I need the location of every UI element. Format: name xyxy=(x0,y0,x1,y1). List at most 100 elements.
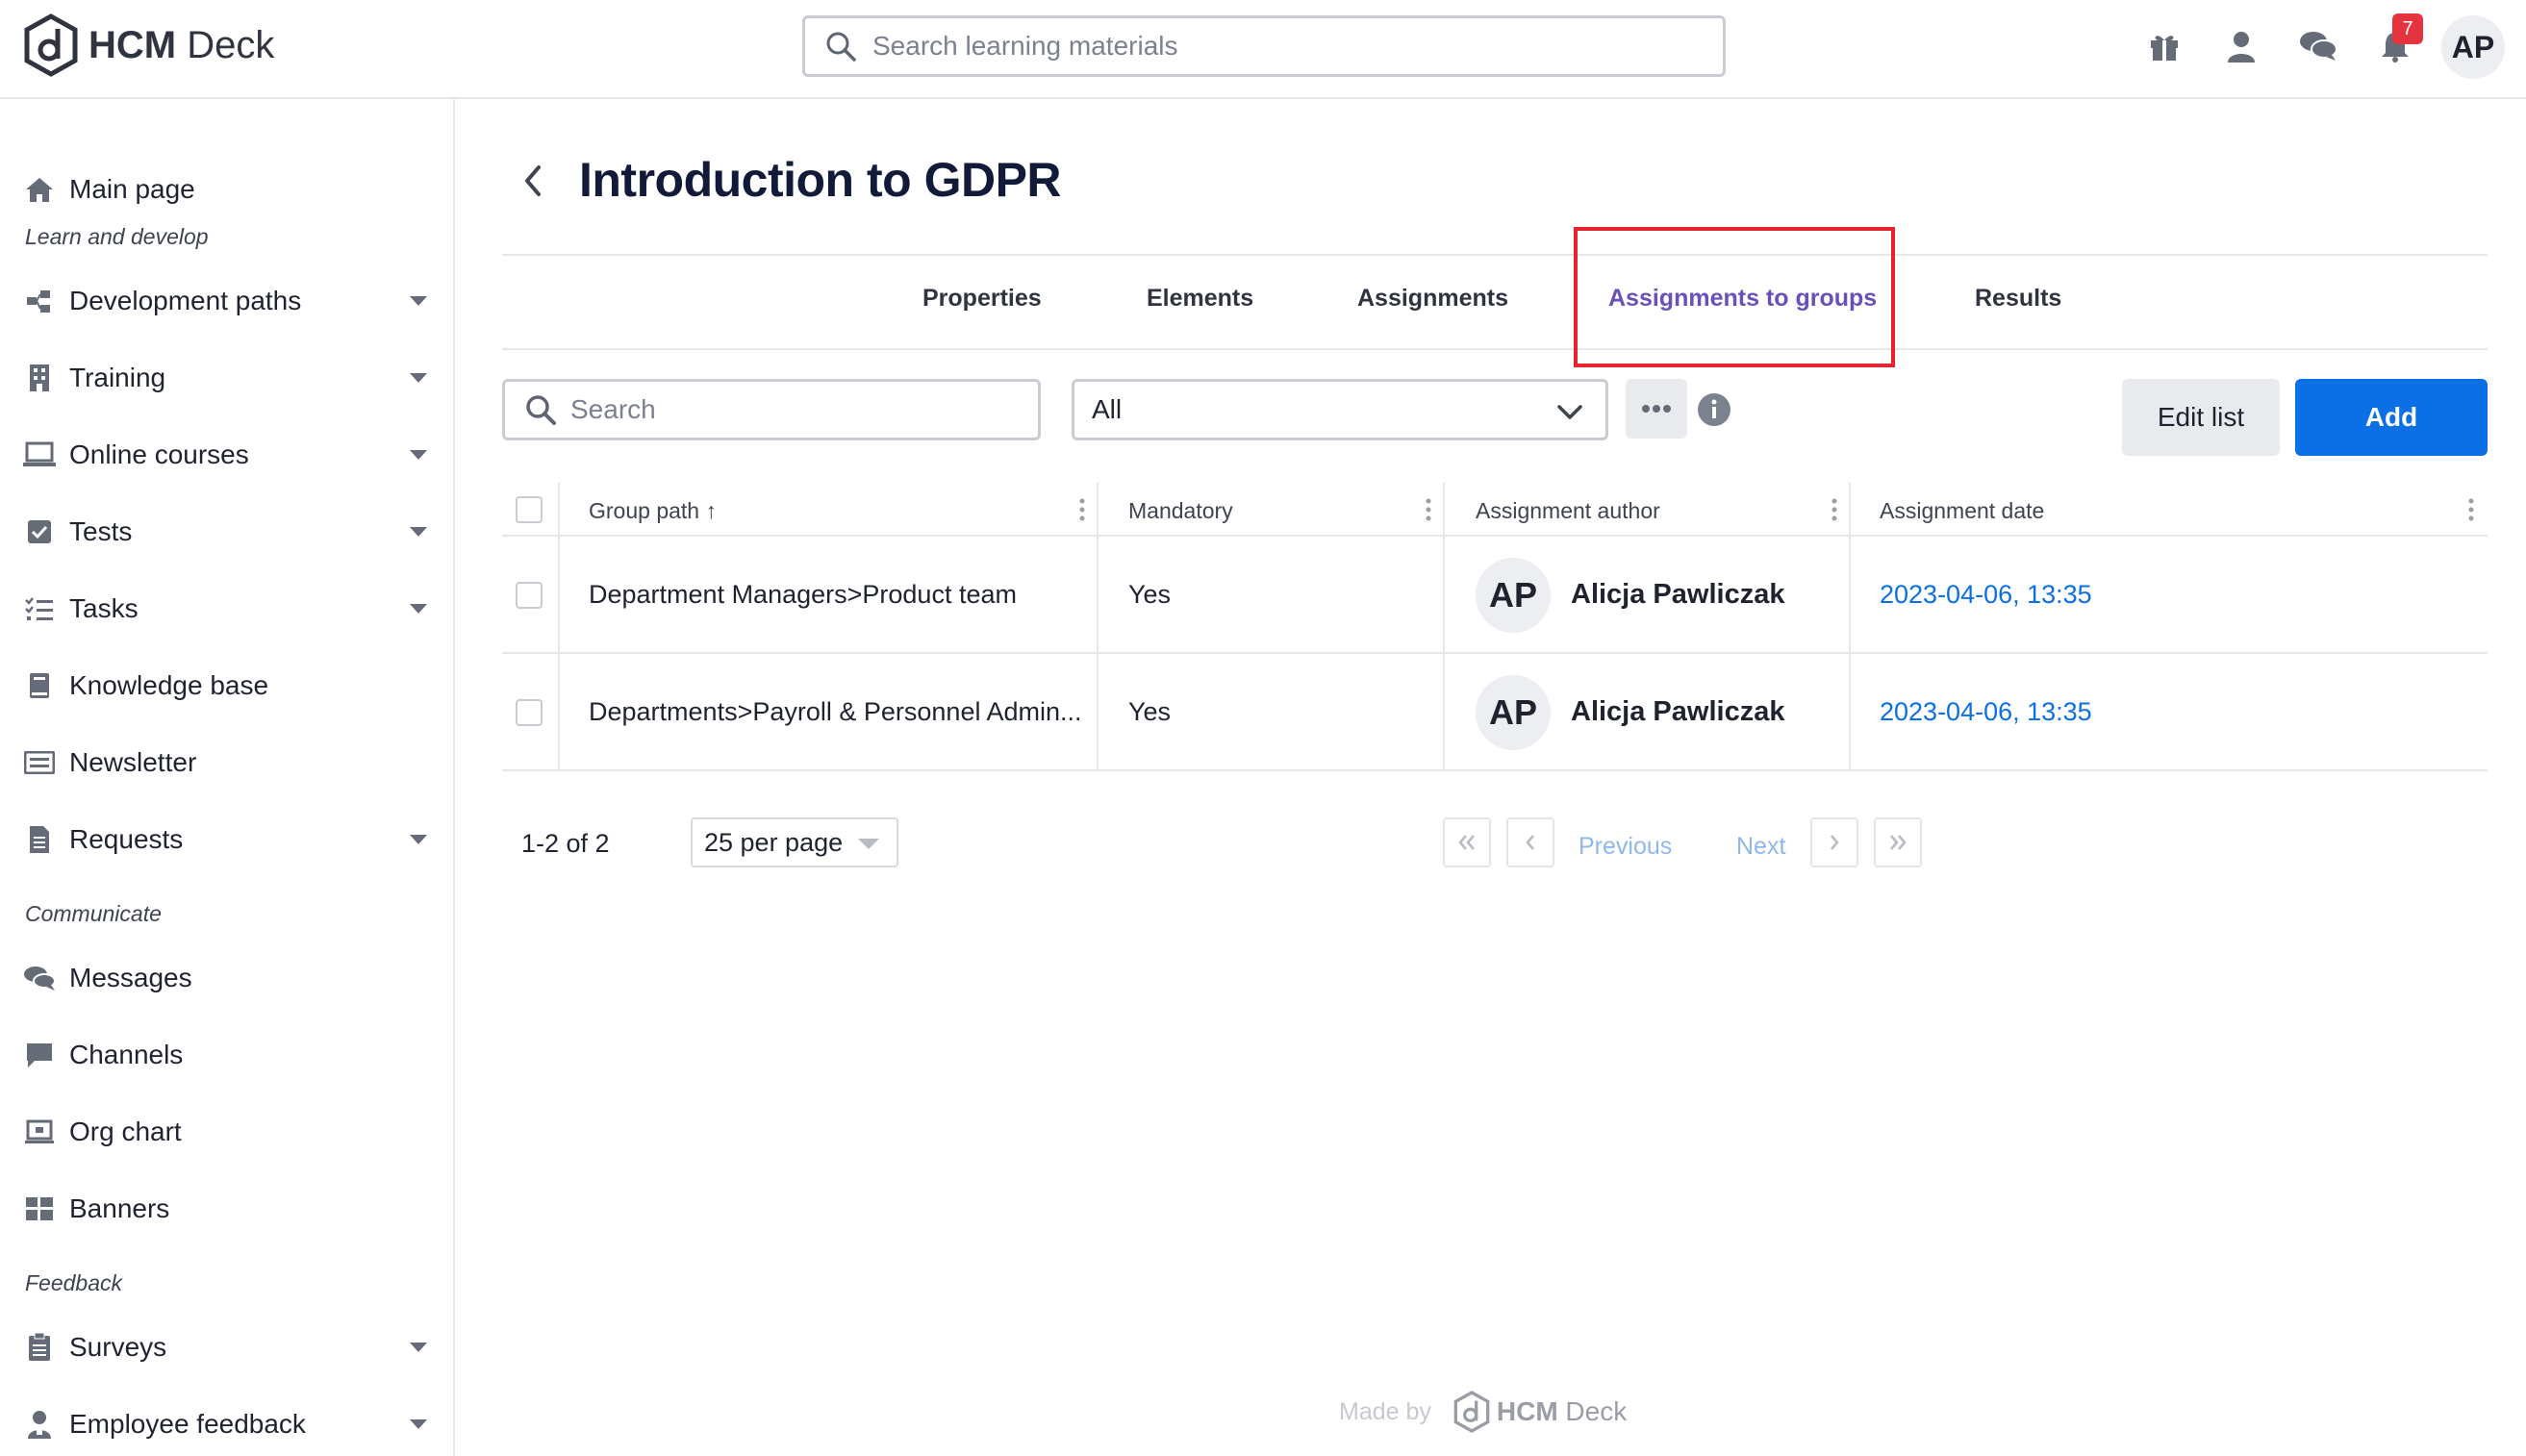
sidebar-item-label: Banners xyxy=(69,1193,170,1223)
next-page-button[interactable] xyxy=(1810,817,1858,867)
chat-icon[interactable] xyxy=(2297,25,2339,67)
table-row[interactable]: Departments>Payroll & Personnel Admin...… xyxy=(502,654,2488,771)
table-header: Group path ↑ Mandatory Assignment author… xyxy=(502,483,2488,537)
sidebar-item-knowledge-base[interactable]: Knowledge base xyxy=(23,659,427,713)
column-divider xyxy=(1097,483,1099,537)
sidebar-item-label: Channels xyxy=(69,1040,184,1069)
notification-badge: 7 xyxy=(2392,13,2423,44)
tasks-icon xyxy=(23,592,56,625)
column-menu-icon[interactable] xyxy=(1831,496,1837,523)
tab-results[interactable]: Results xyxy=(1975,285,2061,313)
chevron-down-icon[interactable] xyxy=(410,1343,427,1352)
filter-select[interactable]: All xyxy=(1072,379,1608,440)
sidebar-item-label: Development paths xyxy=(69,286,302,315)
column-divider xyxy=(1849,483,1851,537)
chevron-down-icon[interactable] xyxy=(410,296,427,306)
sidebar-item-messages[interactable]: Messages xyxy=(23,951,427,1005)
column-header-mandatory[interactable]: Mandatory xyxy=(1128,498,1233,524)
column-divider xyxy=(558,654,560,771)
chevron-down-icon[interactable] xyxy=(410,835,427,844)
more-dots-icon xyxy=(1642,405,1671,413)
page-title: Introduction to GDPR xyxy=(579,153,1062,207)
app-logo[interactable]: HCM Deck xyxy=(23,13,274,77)
sidebar-item-label: Surveys xyxy=(69,1332,167,1362)
tabs-divider-bottom xyxy=(502,348,2488,350)
back-arrow-icon[interactable] xyxy=(518,162,548,200)
sidebar-item-requests[interactable]: Requests xyxy=(23,813,427,866)
next-link[interactable]: Next xyxy=(1736,833,1785,861)
column-header-assignment-date[interactable]: Assignment date xyxy=(1880,498,2044,524)
column-header-group-path[interactable]: Group path ↑ xyxy=(589,498,717,524)
column-menu-icon[interactable] xyxy=(1079,496,1085,523)
cell-mandatory: Yes xyxy=(1128,697,1172,726)
channel-icon xyxy=(23,1039,56,1071)
sidebar-item-online-courses[interactable]: Online courses xyxy=(23,428,427,482)
section-label-communicate: Communicate xyxy=(25,901,162,926)
employee-feedback-icon xyxy=(23,1408,56,1441)
sidebar-item-newsletter[interactable]: Newsletter xyxy=(23,736,427,790)
cell-assignment-date-link[interactable]: 2023-04-06, 13:35 xyxy=(1880,580,2092,610)
list-search[interactable] xyxy=(502,379,1041,440)
sidebar-item-org-chart[interactable]: Org chart xyxy=(23,1105,427,1159)
sidebar-item-tests[interactable]: Tests xyxy=(23,505,427,559)
chevron-down-icon[interactable] xyxy=(410,604,427,614)
sidebar-item-label: Requests xyxy=(69,824,184,854)
edit-list-button[interactable]: Edit list xyxy=(2122,379,2280,456)
chevron-left-icon xyxy=(1526,835,1534,850)
user-icon[interactable] xyxy=(2220,25,2262,67)
row-checkbox[interactable] xyxy=(516,582,543,609)
sidebar-item-surveys[interactable]: Surveys xyxy=(23,1320,427,1374)
select-all-checkbox[interactable] xyxy=(516,496,543,523)
column-menu-icon[interactable] xyxy=(1426,496,1431,523)
checkbox-icon xyxy=(23,515,56,548)
info-icon[interactable] xyxy=(1697,392,1731,427)
sidebar-item-label: Tests xyxy=(69,516,133,546)
table-row[interactable]: Department Managers>Product team Yes AP … xyxy=(502,537,2488,654)
chevron-down-icon[interactable] xyxy=(410,450,427,460)
cell-author: Alicja Pawliczak xyxy=(1571,579,1785,610)
more-options-button[interactable] xyxy=(1626,379,1687,439)
tabs-divider-top xyxy=(502,254,2488,256)
sort-ascending-icon: ↑ xyxy=(705,498,717,523)
sidebar-item-development-paths[interactable]: Development paths xyxy=(23,274,427,328)
tab-assignments[interactable]: Assignments xyxy=(1357,285,1508,313)
column-divider xyxy=(1443,483,1445,537)
sidebar: Main page Learn and develop Development … xyxy=(0,99,455,1456)
global-search[interactable] xyxy=(802,15,1726,77)
sidebar-item-label: Online courses xyxy=(69,439,249,469)
sidebar-item-banners[interactable]: Banners xyxy=(23,1182,427,1236)
sidebar-item-label: Training xyxy=(69,363,166,392)
made-by-label: Made by xyxy=(1339,1397,1431,1425)
hcm-deck-logo-icon xyxy=(24,13,78,77)
sidebar-item-employee-feedback[interactable]: Employee feedback xyxy=(23,1397,427,1451)
column-menu-icon[interactable] xyxy=(2468,496,2474,523)
newsletter-icon xyxy=(23,746,56,779)
cell-mandatory: Yes xyxy=(1128,580,1172,609)
sidebar-item-tasks[interactable]: Tasks xyxy=(23,582,427,636)
last-page-button[interactable] xyxy=(1874,817,1922,867)
previous-link[interactable]: Previous xyxy=(1579,833,1672,861)
book-icon xyxy=(23,669,56,702)
row-checkbox[interactable] xyxy=(516,699,543,726)
chevron-down-icon[interactable] xyxy=(410,1419,427,1429)
tab-properties[interactable]: Properties xyxy=(922,285,1042,313)
list-search-input[interactable] xyxy=(570,394,1023,425)
cell-group-path: Departments>Payroll & Personnel Admin... xyxy=(589,697,1082,726)
tab-elements[interactable]: Elements xyxy=(1147,285,1253,313)
cell-assignment-date-link[interactable]: 2023-04-06, 13:35 xyxy=(1880,697,2092,727)
sidebar-item-channels[interactable]: Channels xyxy=(23,1028,427,1082)
sidebar-item-main-page[interactable]: Main page xyxy=(23,163,427,216)
column-header-assignment-author[interactable]: Assignment author xyxy=(1476,498,1660,524)
column-divider xyxy=(1097,654,1099,771)
chevron-down-icon[interactable] xyxy=(410,373,427,383)
first-page-button[interactable] xyxy=(1443,817,1491,867)
per-page-select[interactable]: 25 per page xyxy=(691,817,898,867)
sidebar-item-training[interactable]: Training xyxy=(23,351,427,405)
user-avatar[interactable]: AP xyxy=(2441,15,2505,79)
cell-author: Alicja Pawliczak xyxy=(1571,696,1785,727)
previous-page-button[interactable] xyxy=(1506,817,1554,867)
gift-icon[interactable] xyxy=(2143,25,2185,67)
chevron-down-icon[interactable] xyxy=(410,527,427,537)
add-button[interactable]: Add xyxy=(2295,379,2488,456)
global-search-input[interactable] xyxy=(872,31,1700,62)
